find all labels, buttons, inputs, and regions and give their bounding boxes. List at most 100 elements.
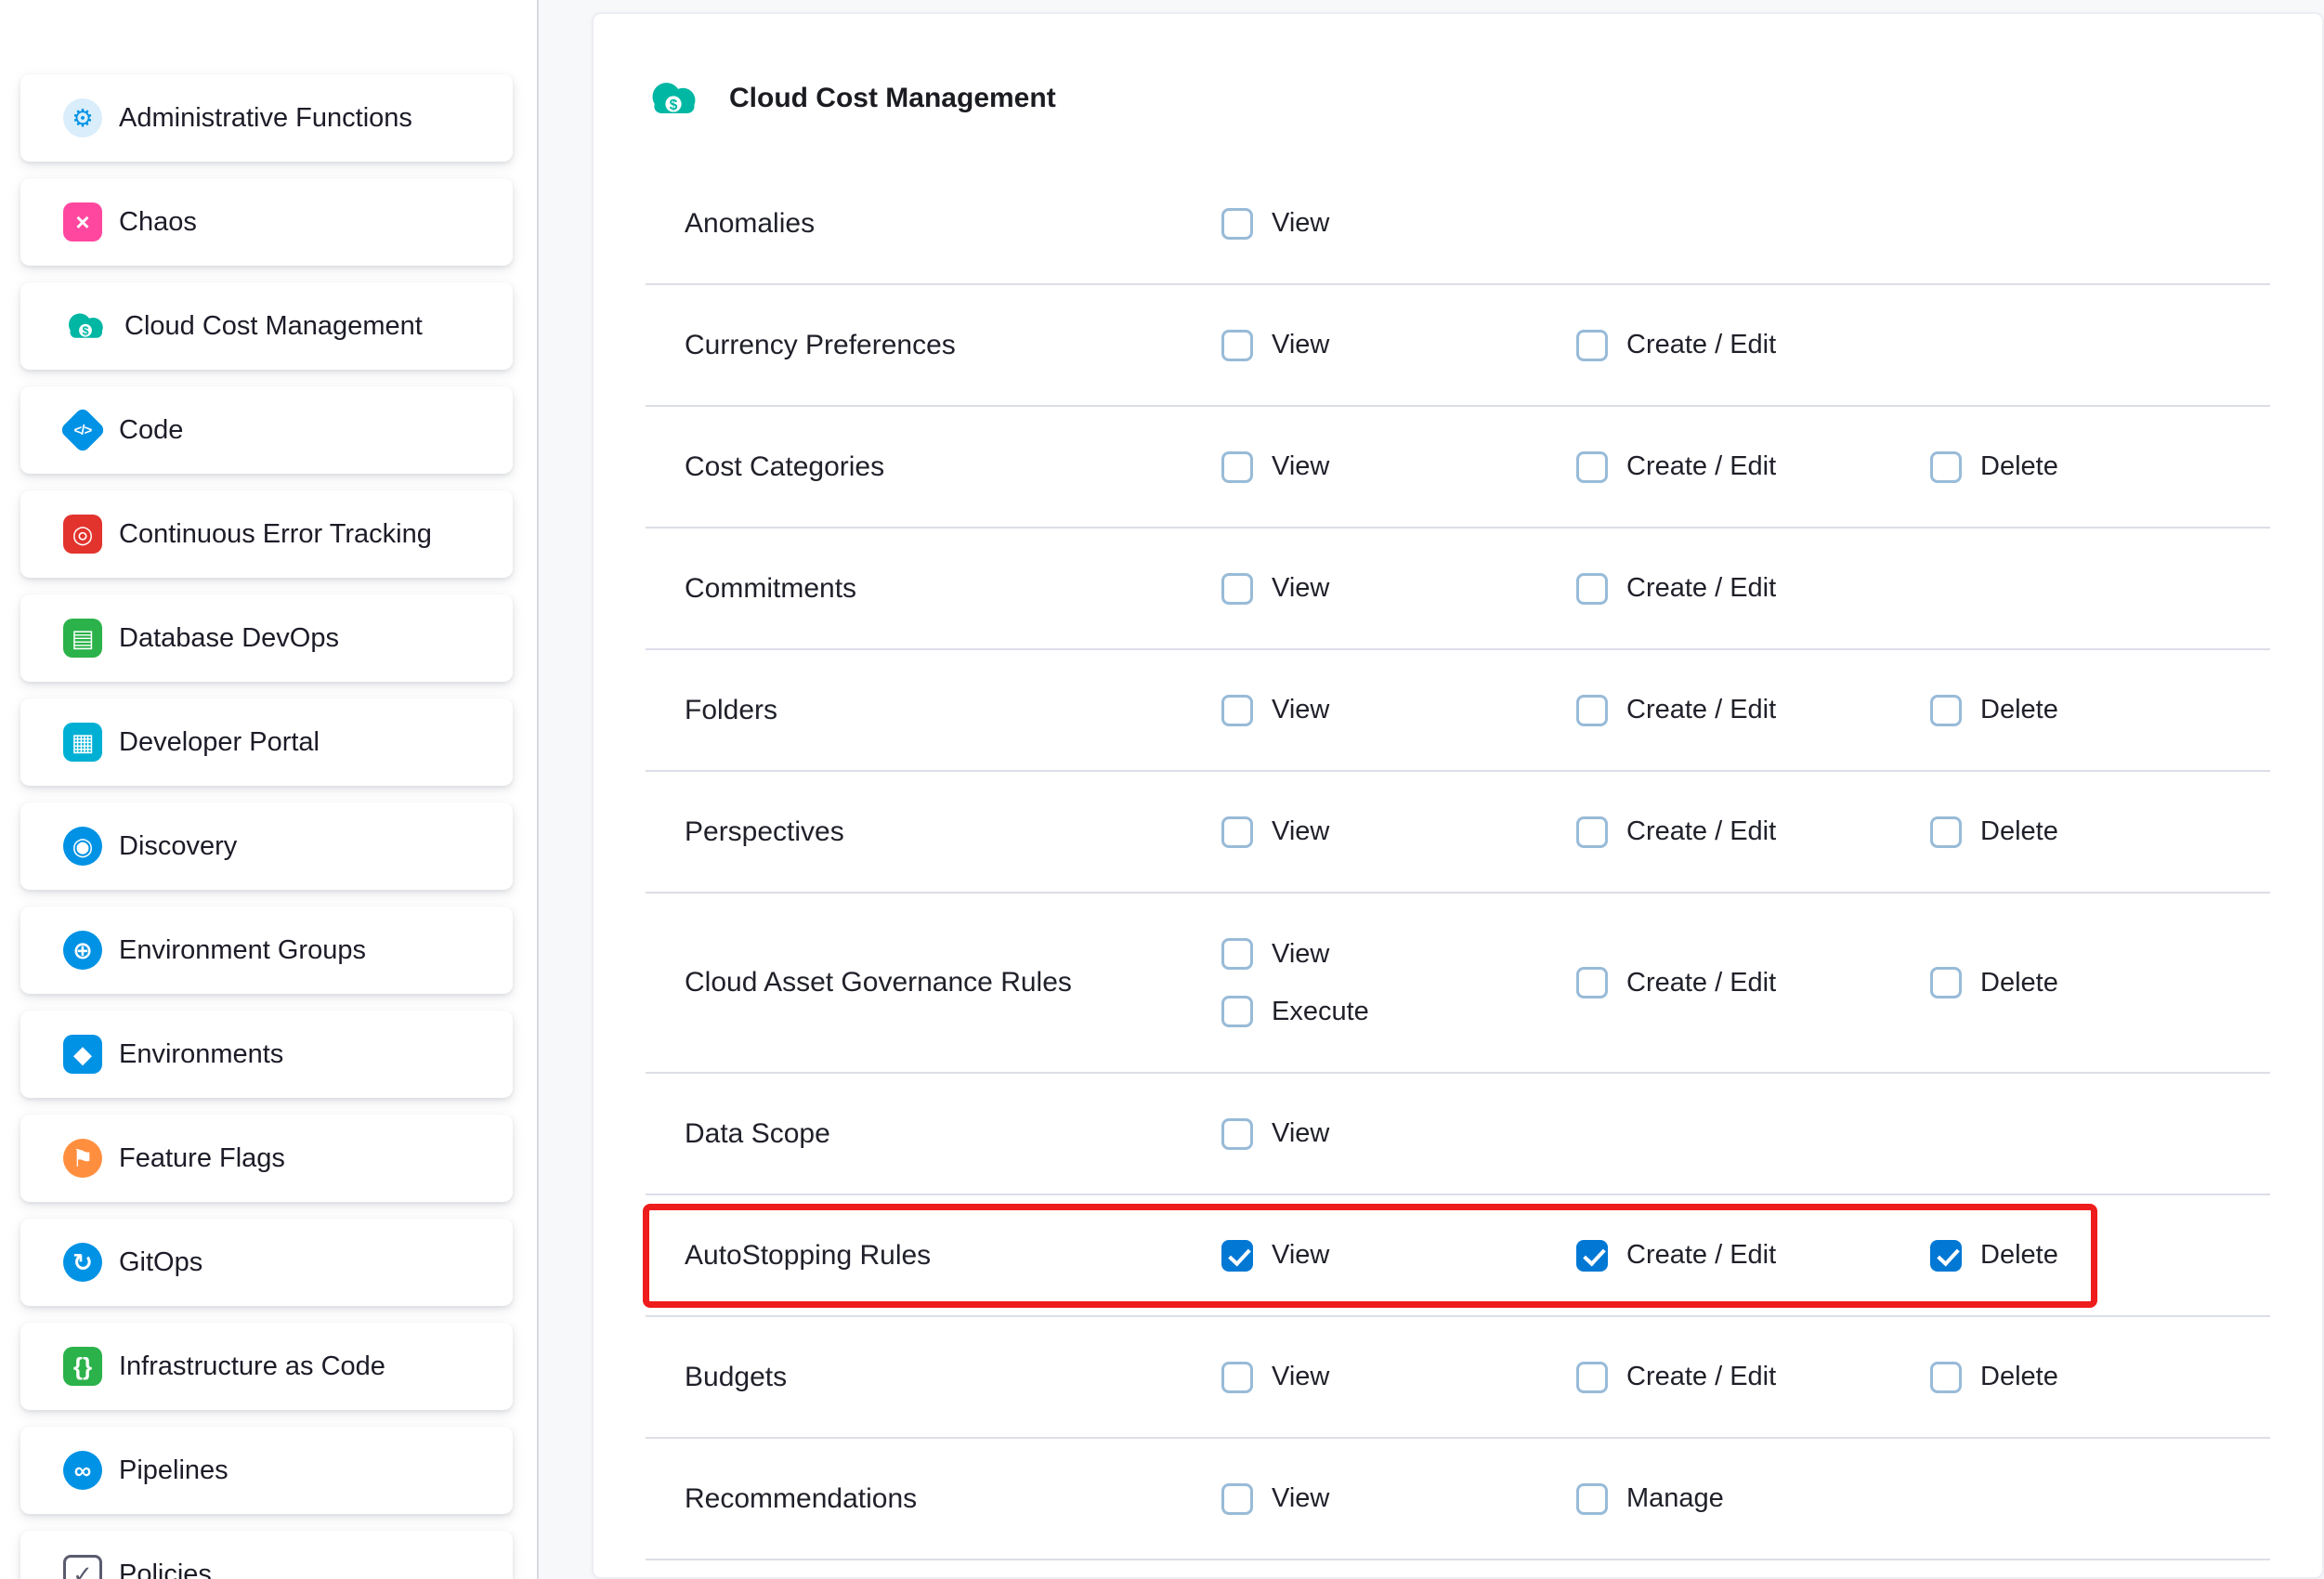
sidebar-item-database-devops[interactable]: ▤Database DevOps <box>20 594 513 682</box>
permission-create-edit[interactable]: Create / Edit <box>1576 967 1776 998</box>
sidebar-item-policies[interactable]: ✓Policies <box>20 1531 513 1579</box>
permission-create-edit[interactable]: Create / Edit <box>1576 1362 1776 1393</box>
checkbox-view[interactable] <box>1221 330 1253 361</box>
resource-label: Recommendations <box>646 1439 1221 1559</box>
checkbox-view[interactable] <box>1221 208 1253 240</box>
permission-view[interactable]: View <box>1221 1240 1329 1272</box>
permission-manage[interactable]: Manage <box>1576 1483 1724 1515</box>
permission-view[interactable]: View <box>1221 1118 1329 1150</box>
checkbox-view[interactable] <box>1221 1240 1253 1272</box>
checkbox-view[interactable] <box>1221 695 1253 726</box>
sidebar-item-label: Continuous Error Tracking <box>119 519 432 550</box>
permission-create-edit[interactable]: Create / Edit <box>1576 1240 1776 1272</box>
sidebar-item-code[interactable]: </>Code <box>20 386 513 474</box>
permission-view[interactable]: View <box>1221 573 1329 605</box>
checkbox-delete[interactable] <box>1930 451 1962 483</box>
checkbox-create-edit[interactable] <box>1576 330 1608 361</box>
permission-cell-2: Create / Edit <box>1576 1195 1930 1315</box>
sidebar-item-chaos[interactable]: ×Chaos <box>20 178 513 266</box>
checkbox-view[interactable] <box>1221 938 1253 970</box>
permission-label: Execute <box>1272 997 1369 1027</box>
permission-create-edit[interactable]: Create / Edit <box>1576 451 1776 483</box>
sidebar-item-label: Infrastructure as Code <box>119 1351 385 1382</box>
resource-label: Cloud Asset Governance Rules <box>646 894 1221 1072</box>
permission-create-edit[interactable]: Create / Edit <box>1576 816 1776 848</box>
checkbox-create-edit[interactable] <box>1576 695 1608 726</box>
sidebar-item-administrative-functions[interactable]: ⚙Administrative Functions <box>20 74 513 162</box>
cloud-dollar-icon: $ <box>646 75 701 122</box>
sidebar-item-pipelines[interactable]: ∞Pipelines <box>20 1427 513 1514</box>
permission-delete[interactable]: Delete <box>1930 1240 2058 1272</box>
checkbox-delete[interactable] <box>1930 816 1962 848</box>
permission-delete[interactable]: Delete <box>1930 967 2058 998</box>
permission-label: View <box>1272 816 1329 847</box>
permission-view[interactable]: View <box>1221 208 1329 240</box>
permission-create-edit[interactable]: Create / Edit <box>1576 695 1776 726</box>
checkbox-create-edit[interactable] <box>1576 967 1608 998</box>
checkbox-view[interactable] <box>1221 1362 1253 1393</box>
permission-view[interactable]: View <box>1221 330 1329 361</box>
database-devops-icon: ▤ <box>63 619 102 658</box>
permission-view[interactable]: View <box>1221 938 1329 970</box>
app: ⚙Administrative Functions ×Chaos $ Cloud Co… <box>0 0 2324 1579</box>
feature-flags-icon: ⚑ <box>63 1139 102 1178</box>
permission-label: View <box>1272 939 1329 970</box>
permission-cell-1: View <box>1221 1439 1576 1559</box>
checkbox-create-edit[interactable] <box>1576 1240 1608 1272</box>
permission-label: Create / Edit <box>1626 1362 1776 1392</box>
sidebar-item-discovery[interactable]: ◉Discovery <box>20 803 513 890</box>
checkbox-delete[interactable] <box>1930 695 1962 726</box>
icon-glyph: ◎ <box>72 522 94 546</box>
svg-text:$: $ <box>82 324 88 337</box>
permission-cell-1: View <box>1221 1074 1576 1194</box>
module-list: ⚙Administrative Functions ×Chaos $ Cloud Co… <box>0 0 537 1579</box>
checkbox-create-edit[interactable] <box>1576 573 1608 605</box>
checkbox-execute[interactable] <box>1221 996 1253 1027</box>
sidebar-item-developer-portal[interactable]: ▦Developer Portal <box>20 698 513 786</box>
sidebar-item-infrastructure-as-code[interactable]: {}Infrastructure as Code <box>20 1323 513 1410</box>
cloud-cost-management-icon: $ <box>63 307 108 345</box>
permission-row-cloud-asset-governance-rules: Cloud Asset Governance Rules View Execute C… <box>646 894 2270 1074</box>
checkbox-view[interactable] <box>1221 451 1253 483</box>
checkbox-create-edit[interactable] <box>1576 816 1608 848</box>
checkbox-view[interactable] <box>1221 1483 1253 1515</box>
icon-glyph: ✓ <box>72 1562 93 1579</box>
permission-view[interactable]: View <box>1221 816 1329 848</box>
checkbox-view[interactable] <box>1221 816 1253 848</box>
permission-create-edit[interactable]: Create / Edit <box>1576 330 1776 361</box>
checkbox-delete[interactable] <box>1930 967 1962 998</box>
sidebar-item-environments[interactable]: ◆Environments <box>20 1011 513 1098</box>
permission-create-edit[interactable]: Create / Edit <box>1576 573 1776 605</box>
checkbox-manage[interactable] <box>1576 1483 1608 1515</box>
sidebar-item-feature-flags[interactable]: ⚑Feature Flags <box>20 1115 513 1202</box>
resource-label: Cost Categories <box>646 407 1221 527</box>
sidebar-item-continuous-error-tracking[interactable]: ◎ Continuous Error Tracking <box>20 490 513 578</box>
sidebar-item-gitops[interactable]: ↻GitOps <box>20 1219 513 1306</box>
checkbox-view[interactable] <box>1221 1118 1253 1150</box>
permission-row-cost-categories: Cost CategoriesView Create / Edit Delete <box>646 407 2270 529</box>
sidebar-item-label: Cloud Cost Management <box>124 311 423 342</box>
icon-glyph: ↻ <box>72 1250 93 1274</box>
permission-execute[interactable]: Execute <box>1221 996 1369 1027</box>
icon-glyph: ▤ <box>72 626 95 650</box>
permission-delete[interactable]: Delete <box>1930 816 2058 848</box>
permission-view[interactable]: View <box>1221 1483 1329 1515</box>
sidebar-item-label: Code <box>119 415 183 446</box>
checkbox-delete[interactable] <box>1930 1240 1962 1272</box>
permission-view[interactable]: View <box>1221 451 1329 483</box>
sidebar-item-environment-groups[interactable]: ⊕Environment Groups <box>20 907 513 994</box>
permission-view[interactable]: View <box>1221 1362 1329 1393</box>
sidebar-item-cloud-cost-management[interactable]: $ Cloud Cost Management <box>20 282 513 370</box>
checkbox-create-edit[interactable] <box>1576 1362 1608 1393</box>
permission-view[interactable]: View <box>1221 695 1329 726</box>
permission-delete[interactable]: Delete <box>1930 695 2058 726</box>
checkbox-create-edit[interactable] <box>1576 451 1608 483</box>
checkbox-view[interactable] <box>1221 573 1253 605</box>
chaos-icon: × <box>63 202 102 241</box>
permission-delete[interactable]: Delete <box>1930 451 2058 483</box>
permission-label: Delete <box>1980 968 2058 998</box>
permission-cell-3 <box>1930 285 2270 405</box>
permission-delete[interactable]: Delete <box>1930 1362 2058 1393</box>
checkbox-delete[interactable] <box>1930 1362 1962 1393</box>
permission-cell-3: Delete <box>1930 894 2270 1072</box>
